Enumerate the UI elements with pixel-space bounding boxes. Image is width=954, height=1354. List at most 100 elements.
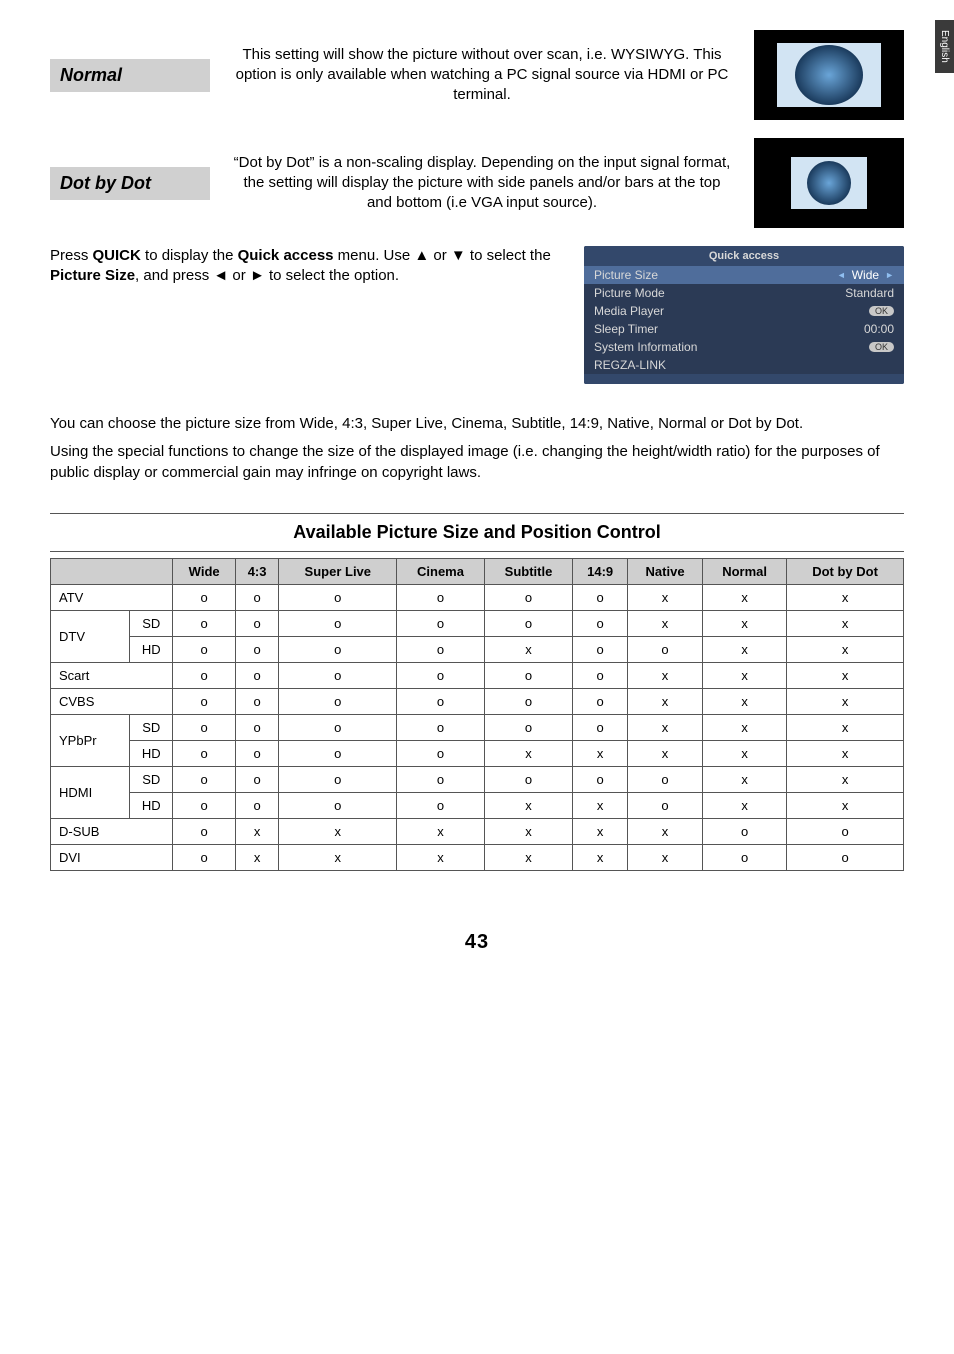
table-cell: o (628, 636, 703, 662)
table-cell: o (397, 766, 484, 792)
table-cell: x (703, 740, 787, 766)
table-cell: o (703, 844, 787, 870)
table-row: HDooooxxxxx (51, 740, 904, 766)
table-cell: x (279, 818, 397, 844)
table-cell: o (235, 740, 278, 766)
table-cell: x (703, 714, 787, 740)
table-cell: x (787, 636, 904, 662)
table-row: DVIoxxxxxxoo (51, 844, 904, 870)
table-header: Super Live (279, 558, 397, 584)
table-cell: o (235, 688, 278, 714)
table-cell: x (628, 610, 703, 636)
table-cell: o (279, 688, 397, 714)
table-cell: x (787, 714, 904, 740)
table-cell: x (235, 844, 278, 870)
table-cell: o (703, 818, 787, 844)
table-cell: o (279, 584, 397, 610)
ok-pill: OK (869, 306, 894, 316)
table-cell: x (628, 662, 703, 688)
table-cell: x (397, 844, 484, 870)
table-cell: x (279, 844, 397, 870)
quick-item-label: Sleep Timer (594, 322, 658, 336)
row-name: HDMI (51, 766, 130, 818)
table-cell: o (235, 610, 278, 636)
quick-item-value: OK (869, 306, 894, 316)
row-sub: HD (130, 792, 173, 818)
section-title: Available Picture Size and Position Cont… (50, 513, 904, 552)
quick-item[interactable]: REGZA-LINK (584, 356, 904, 374)
table-cell: x (628, 714, 703, 740)
table-cell: x (703, 584, 787, 610)
table-cell: x (484, 740, 573, 766)
table-cell: o (484, 688, 573, 714)
mode-label-dotbydot: Dot by Dot (50, 167, 210, 200)
quick-item[interactable]: Media Player OK (584, 302, 904, 320)
table-cell: x (787, 662, 904, 688)
table-cell: o (235, 636, 278, 662)
table-cell: x (787, 584, 904, 610)
table-cell: o (628, 792, 703, 818)
table-row: HDooooxxoxx (51, 792, 904, 818)
table-cell: x (703, 766, 787, 792)
table-cell: o (484, 714, 573, 740)
table-cell: x (787, 688, 904, 714)
mode-row-normal: Normal This setting will show the pictur… (50, 30, 904, 120)
quick-item[interactable]: System Information OK (584, 338, 904, 356)
row-name: Scart (51, 662, 173, 688)
table-cell: o (397, 584, 484, 610)
table-header: Subtitle (484, 558, 573, 584)
quick-item-label: Media Player (594, 304, 664, 318)
quick-item[interactable]: Sleep Timer00:00 (584, 320, 904, 338)
row-name: CVBS (51, 688, 173, 714)
table-cell: x (628, 740, 703, 766)
quick-item-value: ◄Wide► (837, 268, 894, 282)
table-cell: o (279, 610, 397, 636)
quick-item[interactable]: Picture ModeStandard (584, 284, 904, 302)
quick-access-row: Press QUICK to display the Quick access … (50, 246, 904, 384)
preview-normal-icon (769, 39, 889, 111)
table-cell: o (628, 766, 703, 792)
table-row: Scartooooooxxx (51, 662, 904, 688)
table-cell: x (787, 740, 904, 766)
quick-item-label: Picture Size (594, 268, 658, 282)
table-header: Dot by Dot (787, 558, 904, 584)
table-cell: o (397, 610, 484, 636)
table-cell: o (787, 844, 904, 870)
table-cell: x (484, 818, 573, 844)
availability-table: Wide4:3Super LiveCinemaSubtitle14:9Nativ… (50, 558, 904, 871)
mode-thumb-dotbydot (754, 138, 904, 228)
table-cell: x (787, 610, 904, 636)
table-cell: o (573, 766, 628, 792)
table-row: HDooooxooxx (51, 636, 904, 662)
preview-dotbydot-icon (769, 147, 889, 219)
table-cell: o (173, 818, 235, 844)
row-name: YPbPr (51, 714, 130, 766)
quick-item[interactable]: Picture Size ◄Wide► (584, 266, 904, 284)
table-header: Cinema (397, 558, 484, 584)
table-cell: o (573, 584, 628, 610)
table-cell: x (573, 818, 628, 844)
table-row: CVBSooooooxxx (51, 688, 904, 714)
table-header: 14:9 (573, 558, 628, 584)
table-cell: o (235, 714, 278, 740)
paragraph-copyright-note: Using the special functions to change th… (50, 442, 904, 483)
table-cell: o (173, 844, 235, 870)
table-cell: x (573, 792, 628, 818)
table-cell: x (484, 792, 573, 818)
quick-item-value: OK (869, 342, 894, 352)
triangle-left-icon: ◄ (837, 270, 846, 280)
quick-item-label: System Information (594, 340, 697, 354)
table-cell: x (573, 740, 628, 766)
table-header: Wide (173, 558, 235, 584)
row-name: ATV (51, 584, 173, 610)
table-cell: o (484, 584, 573, 610)
table-cell: o (787, 818, 904, 844)
table-cell: o (279, 662, 397, 688)
table-cell: o (173, 688, 235, 714)
table-cell: o (484, 766, 573, 792)
page-number: 43 (50, 931, 904, 954)
table-cell: o (279, 636, 397, 662)
table-cell: x (703, 662, 787, 688)
quick-item-label: Picture Mode (594, 286, 665, 300)
table-cell: o (397, 740, 484, 766)
